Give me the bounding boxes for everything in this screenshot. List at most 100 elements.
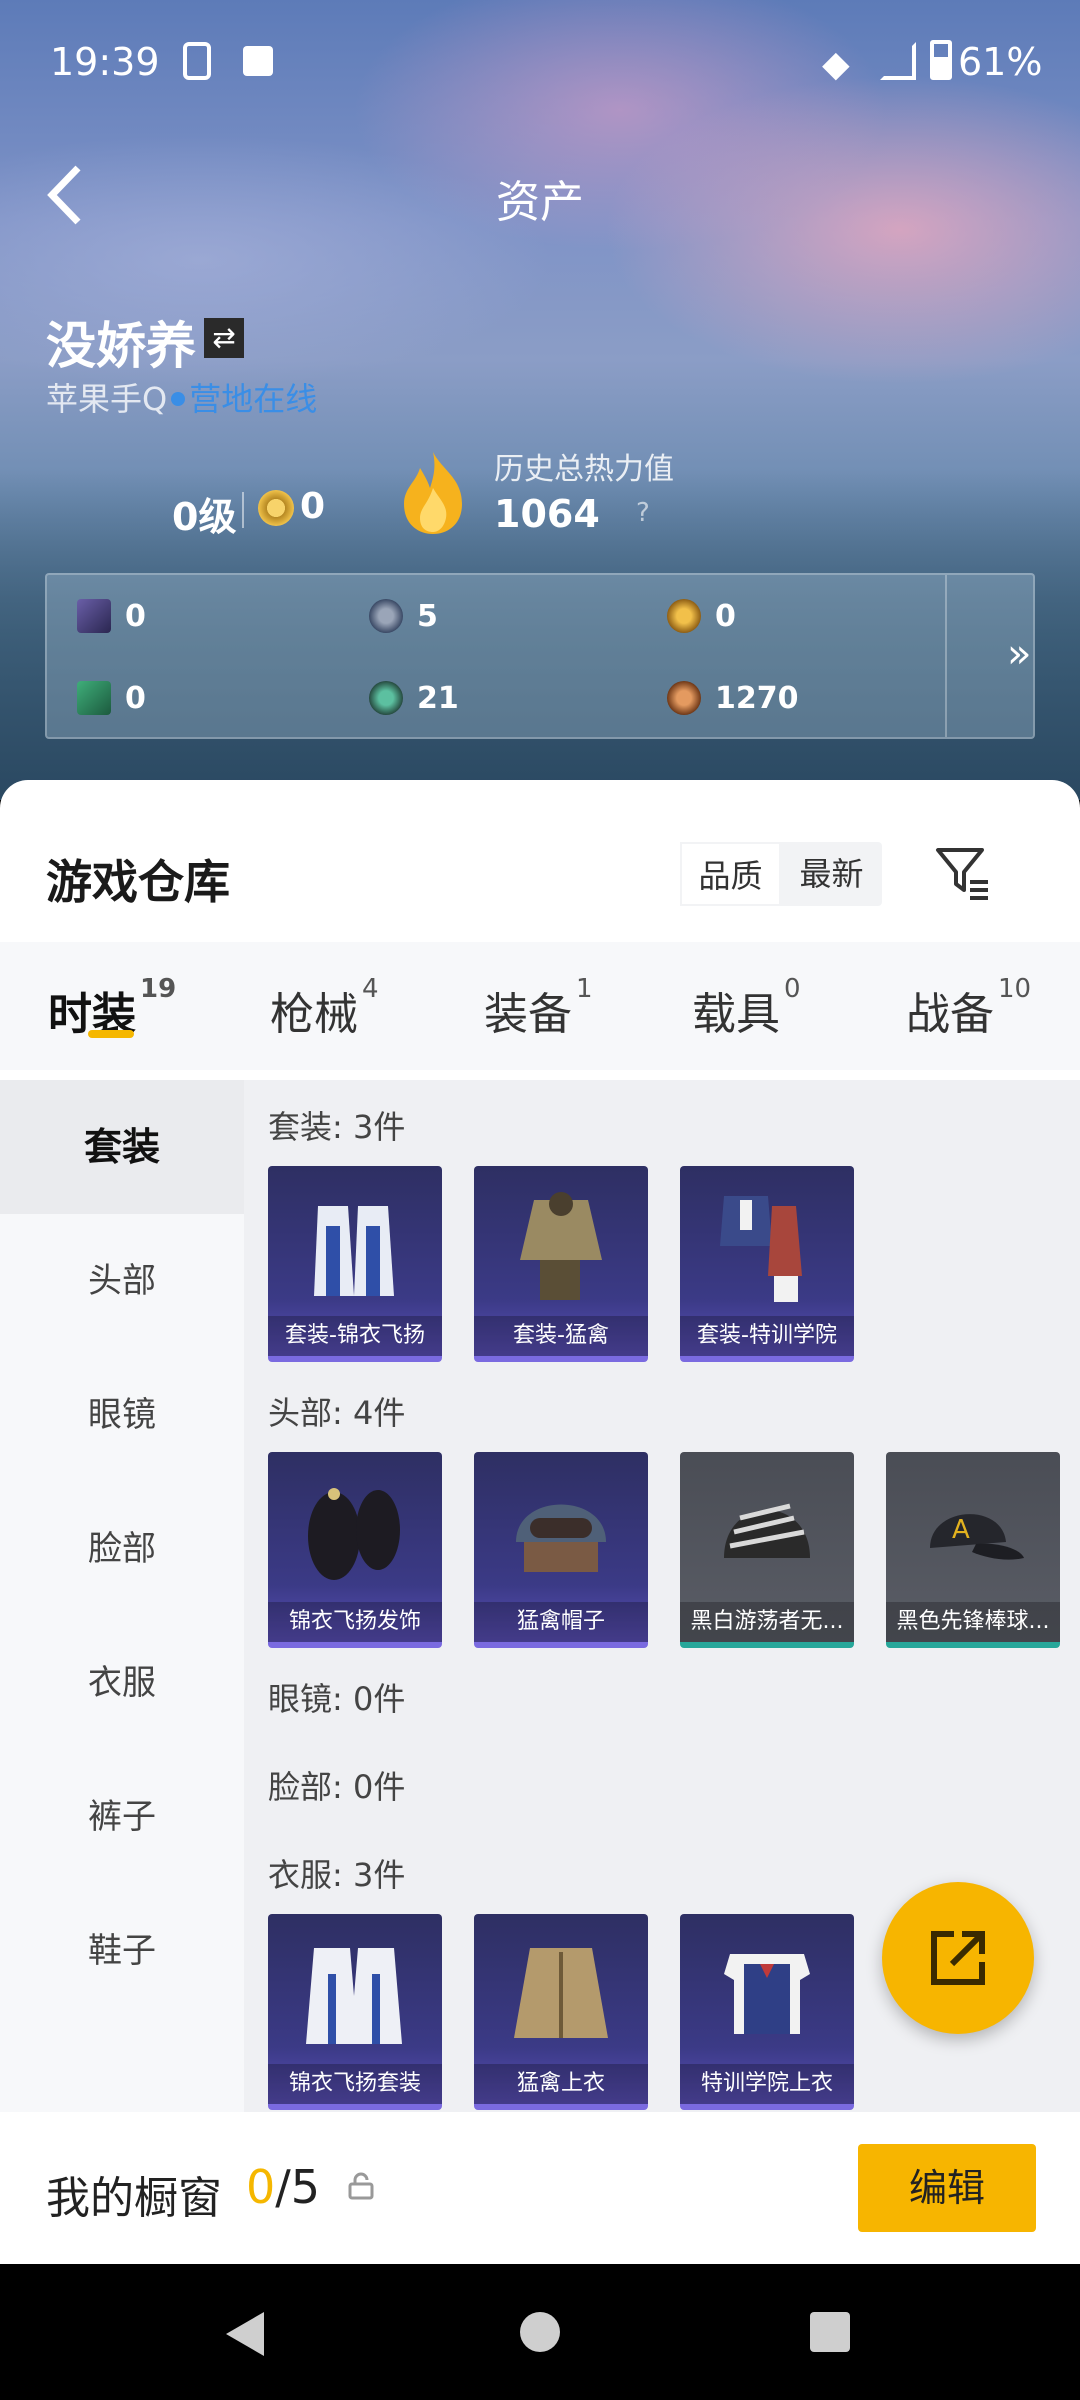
side-item-shoes[interactable]: 鞋子: [0, 1884, 244, 2018]
item-card[interactable]: 猛禽上衣: [474, 1914, 648, 2110]
sub-category-nav: 套装 头部 眼镜 脸部 衣服 裤子 鞋子: [0, 1080, 244, 2264]
tab-count: 10: [998, 974, 1032, 1004]
showcase-bar: 我的橱窗 0/5 编辑: [0, 2112, 1080, 2264]
nav-home-icon[interactable]: [520, 2312, 560, 2352]
platform-label: 苹果手Q: [46, 380, 168, 418]
item-card-label: 猛禽上衣: [474, 2064, 648, 2104]
item-card-label: 套装-特训学院: [680, 1316, 854, 1356]
helmet-icon: [516, 1504, 606, 1572]
battery-icon: [930, 40, 952, 80]
tab-count: 19: [140, 974, 177, 1004]
item-card[interactable]: 套装-猛禽: [474, 1166, 648, 1362]
item-card-label: 猛禽帽子: [474, 1602, 648, 1642]
player-level: 0级: [172, 495, 237, 539]
medal-count: 0: [300, 486, 326, 527]
item-card[interactable]: A 黑色先锋棒球...: [886, 1452, 1060, 1648]
item-card[interactable]: 锦衣飞扬套装: [268, 1914, 442, 2110]
item-card[interactable]: 黑白游荡者无...: [680, 1452, 854, 1648]
section-label-glasses: 眼镜: 0件: [268, 1680, 406, 1718]
filter-icon[interactable]: [934, 844, 990, 900]
item-card-label: 锦衣飞扬套装: [268, 2064, 442, 2104]
currency-value: 0: [125, 599, 146, 634]
item-card-label: 黑白游荡者无...: [680, 1602, 854, 1642]
svg-text:A: A: [952, 1515, 970, 1545]
tab-supplies[interactable]: 战备 10: [906, 974, 1031, 1042]
tab-equipment[interactable]: 装备 1: [484, 974, 593, 1042]
warehouse-title: 游戏仓库: [46, 855, 230, 909]
mail-notification-icon: [243, 46, 273, 76]
screenshot-notification-icon: [183, 42, 211, 80]
tab-weapons[interactable]: 枪械 4: [270, 974, 379, 1042]
gold-coin-icon: [667, 599, 701, 633]
username: 没娇养: [46, 317, 196, 375]
warehouse-sheet: 游戏仓库 品质 最新 时装 19 枪械 4 装备 1 载具 0 战备 10 套装 头部 眼…: [0, 780, 1080, 2264]
side-item-head[interactable]: 头部: [0, 1214, 244, 1348]
tab-count: 1: [576, 974, 593, 1004]
tab-vehicles[interactable]: 载具 0: [692, 974, 801, 1042]
uniform-icon: [720, 1196, 802, 1302]
edit-button[interactable]: 编辑: [858, 2144, 1036, 2232]
item-card-label: 套装-锦衣飞扬: [268, 1316, 442, 1356]
sort-quality-button[interactable]: 品质: [680, 842, 781, 906]
item-card-label: 特训学院上衣: [680, 2064, 854, 2104]
share-button[interactable]: [882, 1882, 1034, 2034]
online-status: 营地在线: [189, 380, 318, 418]
system-nav-bar: [0, 2264, 1080, 2400]
tab-label: 装备: [484, 989, 572, 1040]
side-item-suit[interactable]: 套装: [0, 1080, 244, 1214]
showcase-total: /5: [275, 2160, 321, 2214]
currency-value: 0: [715, 599, 736, 634]
page-title: 资产: [496, 177, 584, 228]
battery-percent: 61%: [958, 40, 1043, 84]
currency-panel[interactable]: 0 5 0 0 21 1270 »: [45, 573, 1035, 739]
more-arrows-icon[interactable]: »: [1007, 631, 1031, 677]
teal-coin-icon: [369, 681, 403, 715]
currency-value: 1270: [715, 681, 799, 716]
tab-label: 战备: [906, 989, 994, 1040]
nav-back-icon[interactable]: [226, 2312, 264, 2356]
section-label-clothes: 衣服: 3件: [268, 1856, 406, 1894]
medal-icon: [258, 490, 294, 526]
status-time: 19:39: [50, 40, 160, 84]
beanie-icon: [724, 1503, 810, 1558]
item-grid: 套装: 3件 套装-锦衣飞扬 套装-猛禽 套装-特训学院 头部: 4件 锦衣飞扬…: [244, 1080, 1080, 2264]
item-card[interactable]: 套装-特训学院: [680, 1166, 854, 1362]
side-item-pants[interactable]: 裤子: [0, 1750, 244, 1884]
green-card-icon: [77, 681, 111, 715]
lock-icon: [348, 2172, 374, 2200]
coat-icon: [514, 1948, 608, 2038]
item-card-label: 锦衣飞扬发饰: [268, 1602, 442, 1642]
status-bar: 19:39 ◆ 61%: [0, 0, 1080, 126]
vest-icon: [724, 1954, 810, 2034]
online-dot-icon: [171, 392, 186, 406]
item-card[interactable]: 猛禽帽子: [474, 1452, 648, 1648]
silver-coin-icon: [369, 599, 403, 633]
nav-recents-icon[interactable]: [810, 2312, 850, 2352]
tab-count: 0: [784, 974, 801, 1004]
section-label-head: 头部: 4件: [268, 1394, 406, 1432]
side-item-glasses[interactable]: 眼镜: [0, 1348, 244, 1482]
panel-divider: [945, 575, 947, 737]
item-card[interactable]: 锦衣飞扬发饰: [268, 1452, 442, 1648]
help-icon[interactable]: ?: [636, 498, 650, 528]
item-card[interactable]: 特训学院上衣: [680, 1914, 854, 2110]
signal-icon: [880, 42, 916, 80]
category-tabs: 时装 19 枪械 4 装备 1 载具 0 战备 10: [0, 942, 1080, 1070]
side-item-clothes[interactable]: 衣服: [0, 1616, 244, 1750]
jacket-icon: [520, 1192, 602, 1300]
section-label-suit: 套装: 3件: [268, 1108, 406, 1146]
account-subline: 苹果手Q 营地在线: [46, 374, 317, 420]
active-tab-indicator: [88, 1030, 134, 1038]
sort-newest-button[interactable]: 最新: [781, 842, 882, 906]
hair-ornament-icon: [308, 1488, 400, 1580]
side-item-face[interactable]: 脸部: [0, 1482, 244, 1616]
switch-account-icon[interactable]: ⇄: [204, 318, 244, 358]
item-card-label: 黑色先锋棒球...: [886, 1602, 1060, 1642]
flame-icon: [404, 452, 462, 534]
sort-toggle: 品质 最新: [680, 842, 882, 906]
tab-label: 枪械: [270, 989, 358, 1040]
showcase-title: 我的橱窗: [46, 2173, 222, 2224]
item-card[interactable]: 套装-锦衣飞扬: [268, 1166, 442, 1362]
purple-card-icon: [77, 599, 111, 633]
section-label-face: 脸部: 0件: [268, 1768, 406, 1806]
